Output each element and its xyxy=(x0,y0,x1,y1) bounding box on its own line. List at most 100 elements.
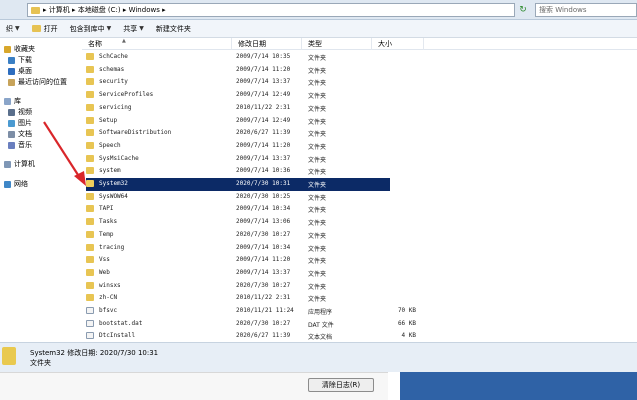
nav-videos[interactable]: 视频 xyxy=(8,107,32,117)
file-date: 2009/7/14 11:20 xyxy=(236,141,291,149)
nav-downloads[interactable]: 下载 xyxy=(8,55,32,65)
file-name: Speech xyxy=(99,141,121,149)
file-type: 文本文档 xyxy=(308,334,333,342)
file-date: 2020/6/27 11:39 xyxy=(236,129,291,137)
file-row[interactable]: zh-CN 2010/11/22 2:31 文件夹 xyxy=(86,292,390,305)
document-icon xyxy=(8,130,15,138)
column-date[interactable]: 修改日期 xyxy=(232,38,302,50)
organize-button[interactable]: 织 ▼ xyxy=(0,20,26,38)
details-name: System32 xyxy=(30,349,66,357)
file-name: bootstat.dat xyxy=(99,319,143,327)
file-name: winsxs xyxy=(99,281,121,289)
folder-icon xyxy=(86,91,94,99)
file-row[interactable]: winsxs 2020/7/30 10:27 文件夹 xyxy=(86,280,390,293)
open-icon xyxy=(31,25,41,32)
file-name: bfsvc xyxy=(99,307,118,314)
file-name: Setup xyxy=(99,116,118,124)
details-type: 文件夹 xyxy=(30,359,51,367)
include-in-library-button[interactable]: 包含到库中 ▼ xyxy=(64,20,118,38)
new-folder-button[interactable]: 新建文件夹 xyxy=(150,20,197,38)
file-date: 2020/7/30 10:31 xyxy=(236,180,291,187)
column-name[interactable]: 名称 xyxy=(82,38,232,50)
file-date: 2009/7/14 11:20 xyxy=(236,256,291,264)
chevron-down-icon: ▼ xyxy=(106,25,112,32)
file-name: SysWOW64 xyxy=(99,192,128,200)
file-date: 2009/7/14 13:37 xyxy=(236,154,291,162)
background-window xyxy=(400,372,637,400)
column-size[interactable]: 大小 xyxy=(372,38,424,50)
nav-documents[interactable]: 文档 xyxy=(8,129,32,139)
nav-network[interactable]: 网络 xyxy=(4,179,28,189)
file-date: 2010/11/22 2:31 xyxy=(236,294,291,302)
file-row[interactable]: Tasks 2009/7/14 13:06 文件夹 xyxy=(86,216,390,229)
file-icon xyxy=(86,307,94,314)
file-row[interactable]: SchCache 2009/7/14 10:35 文件夹 xyxy=(86,51,390,64)
file-type: 文件夹 xyxy=(308,220,327,228)
folder-icon xyxy=(86,218,94,226)
file-name: Web xyxy=(99,268,110,276)
file-row[interactable]: Speech 2009/7/14 11:20 文件夹 xyxy=(86,140,390,153)
nav-desktop[interactable]: 桌面 xyxy=(8,66,32,76)
file-type: 文件夹 xyxy=(308,169,327,177)
file-row[interactable]: system 2009/7/14 10:36 文件夹 xyxy=(86,165,390,178)
file-type: 文件夹 xyxy=(308,283,327,291)
file-type: 文件夹 xyxy=(308,143,327,151)
desktop-icon xyxy=(8,67,15,75)
open-button[interactable]: 打开 xyxy=(26,20,64,38)
divider xyxy=(388,372,400,400)
file-row[interactable]: security 2009/7/14 13:37 文件夹 xyxy=(86,76,390,89)
file-name: ServiceProfiles xyxy=(99,91,154,99)
annotation-arrow xyxy=(43,121,86,186)
nav-libraries[interactable]: 库 xyxy=(4,96,21,106)
file-date: 2020/7/30 10:27 xyxy=(236,319,291,327)
details-date-label: 修改日期: xyxy=(67,349,98,357)
refresh-icon[interactable]: ↻ xyxy=(516,3,530,17)
file-row[interactable]: SysWOW64 2020/7/30 10:25 文件夹 xyxy=(86,191,390,204)
search-input[interactable]: 搜索 Windows xyxy=(535,3,637,17)
file-name: SysMsiCache xyxy=(99,154,139,162)
file-row[interactable]: Vss 2009/7/14 11:20 文件夹 xyxy=(86,254,390,267)
file-type: 文件夹 xyxy=(308,105,327,113)
nav-recent[interactable]: 最近访问的位置 xyxy=(8,77,67,87)
file-type: 文件夹 xyxy=(308,182,327,189)
file-name: schemas xyxy=(99,65,125,73)
share-button[interactable]: 共享 ▼ xyxy=(117,20,150,38)
file-row[interactable]: ServiceProfiles 2009/7/14 12:49 文件夹 xyxy=(86,89,390,102)
file-name: TAPI xyxy=(99,205,114,213)
file-icon xyxy=(86,332,94,340)
file-row[interactable]: SoftwareDistribution 2020/6/27 11:39 文件夹 xyxy=(86,127,390,140)
file-row[interactable]: Web 2009/7/14 13:37 文件夹 xyxy=(86,267,390,280)
file-row[interactable]: bfsvc 2010/11/21 11:24 应用程序 70 KB xyxy=(86,305,416,318)
file-date: 2020/7/30 10:25 xyxy=(236,192,291,200)
file-row[interactable]: Setup 2009/7/14 12:49 文件夹 xyxy=(86,115,390,128)
details-date: 2020/7/30 10:31 xyxy=(99,349,159,357)
folder-icon xyxy=(86,243,94,251)
nav-computer[interactable]: 计算机 xyxy=(4,159,35,169)
file-row[interactable]: Temp 2020/7/30 10:27 文件夹 xyxy=(86,229,390,242)
nav-pictures[interactable]: 图片 xyxy=(8,118,32,128)
nav-favorites[interactable]: 收藏夹 xyxy=(4,44,35,54)
folder-icon xyxy=(86,268,94,276)
download-icon xyxy=(8,56,15,64)
file-row[interactable]: tracing 2009/7/14 10:34 文件夹 xyxy=(86,242,390,255)
file-row[interactable]: TAPI 2009/7/14 10:34 文件夹 xyxy=(86,203,390,216)
nav-music[interactable]: 音乐 xyxy=(8,140,32,150)
file-row[interactable]: bootstat.dat 2020/7/30 10:27 DAT 文件 66 KB xyxy=(86,318,416,331)
file-type: 文件夹 xyxy=(308,93,327,101)
file-name: System32 xyxy=(99,180,128,187)
navigation-pane: 收藏夹 下载 桌面 最近访问的位置 库 视频 图片 文档 音乐 计算机 网络 xyxy=(0,38,82,342)
file-type: 文件夹 xyxy=(308,194,327,202)
file-row[interactable]: servicing 2010/11/22 2:31 文件夹 xyxy=(86,102,390,115)
file-row[interactable]: SysMsiCache 2009/7/14 13:37 文件夹 xyxy=(86,153,390,166)
file-size: 70 KB xyxy=(397,307,416,314)
recent-places-icon xyxy=(8,78,15,86)
address-path-field[interactable]: ▸ 计算机 ▸ 本地磁盘 (C:) ▸ Windows ▸ xyxy=(27,3,515,17)
file-row[interactable]: schemas 2009/7/14 11:20 文件夹 xyxy=(86,64,390,77)
column-type[interactable]: 类型 xyxy=(302,38,372,50)
file-row[interactable]: System32 2020/7/30 10:31 文件夹 xyxy=(86,178,390,191)
file-type: 文件夹 xyxy=(308,232,327,240)
clear-log-button[interactable]: 清除日志(R) xyxy=(308,378,374,392)
folder-icon xyxy=(86,294,94,302)
file-type: 文件夹 xyxy=(308,156,327,164)
file-type: 文件夹 xyxy=(308,118,327,126)
